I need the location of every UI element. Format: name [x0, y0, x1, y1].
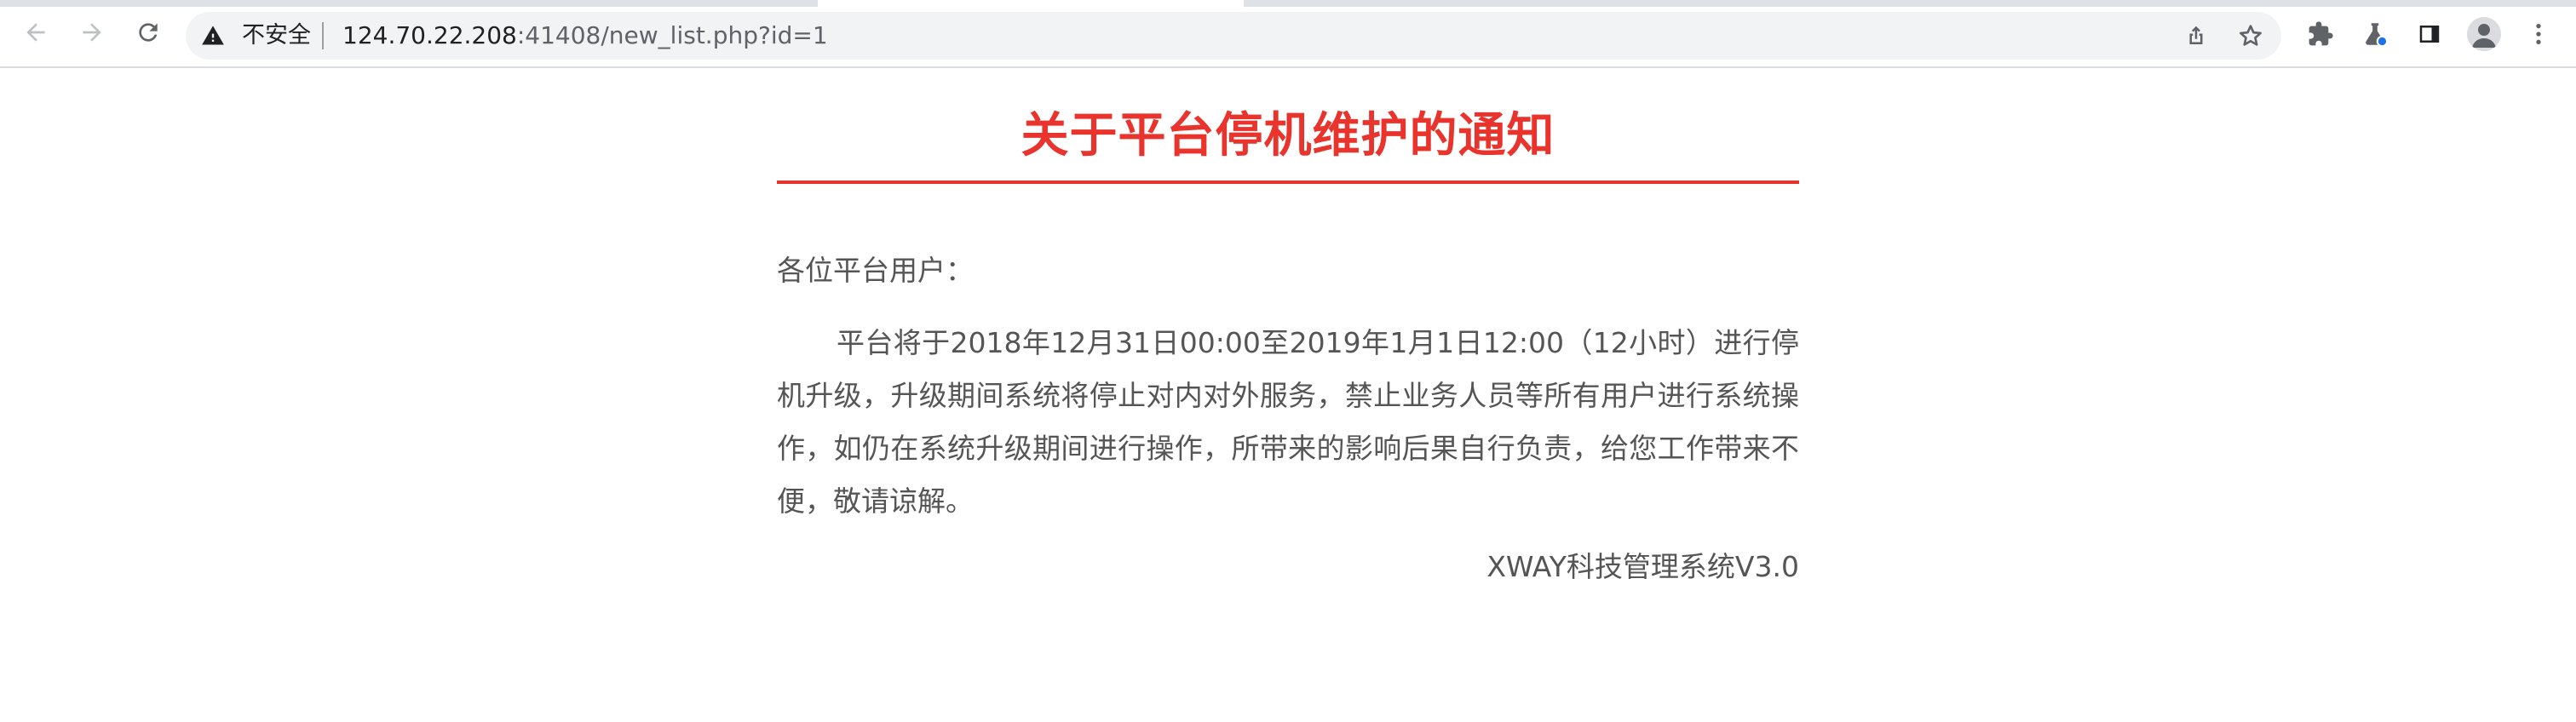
url-host: 124.70.22.208 [342, 21, 517, 49]
side-panel-icon [2419, 26, 2440, 43]
browser-menu-button[interactable] [2521, 17, 2556, 51]
notice-signature: XWAY科技管理系统V3.0 [1486, 550, 1799, 583]
address-separator [322, 22, 324, 49]
notice-greeting: 各位平台用户： [777, 254, 974, 287]
title-divider [777, 180, 1799, 184]
back-button[interactable] [15, 12, 56, 53]
address-bar[interactable]: 不安全 124.70.22.208:41408/new_list.php?id=… [186, 12, 2281, 60]
arrow-left-icon [26, 23, 45, 42]
profile-avatar[interactable] [2467, 17, 2501, 51]
side-panel-button[interactable] [2412, 17, 2447, 51]
warning-icon [202, 26, 224, 45]
security-status-label[interactable]: 不安全 [242, 20, 311, 51]
star-icon [2240, 25, 2262, 46]
puzzle-icon [2309, 21, 2333, 46]
reload-icon [139, 23, 158, 42]
browser-toolbar: 不安全 124.70.22.208:41408/new_list.php?id=… [0, 0, 2576, 68]
notice-article: 关于平台停机维护的通知 各位平台用户： 平台将于2018年12月31日00:00… [777, 68, 1799, 587]
flask-icon [2366, 23, 2389, 48]
tab-strip-edge [0, 0, 818, 7]
more-vert-icon [2536, 24, 2541, 44]
share-button[interactable] [2179, 19, 2213, 53]
share-icon [2189, 26, 2203, 44]
forward-button[interactable] [72, 12, 112, 53]
person-icon [2472, 24, 2496, 48]
url-path: :41408/new_list.php?id=1 [516, 21, 828, 49]
arrow-right-icon [83, 23, 101, 42]
url-text[interactable]: 124.70.22.208:41408/new_list.php?id=1 [342, 20, 828, 51]
bookmark-button[interactable] [2234, 19, 2268, 53]
tab-strip-edge [1244, 0, 2576, 7]
notice-body: 平台将于2018年12月31日00:00至2019年1月1日12:00（12小时… [777, 326, 1799, 518]
extensions-button[interactable] [2303, 17, 2337, 51]
notice-title: 关于平台停机维护的通知 [1021, 108, 1555, 163]
reload-button[interactable] [128, 12, 169, 53]
labs-button[interactable] [2358, 17, 2392, 51]
